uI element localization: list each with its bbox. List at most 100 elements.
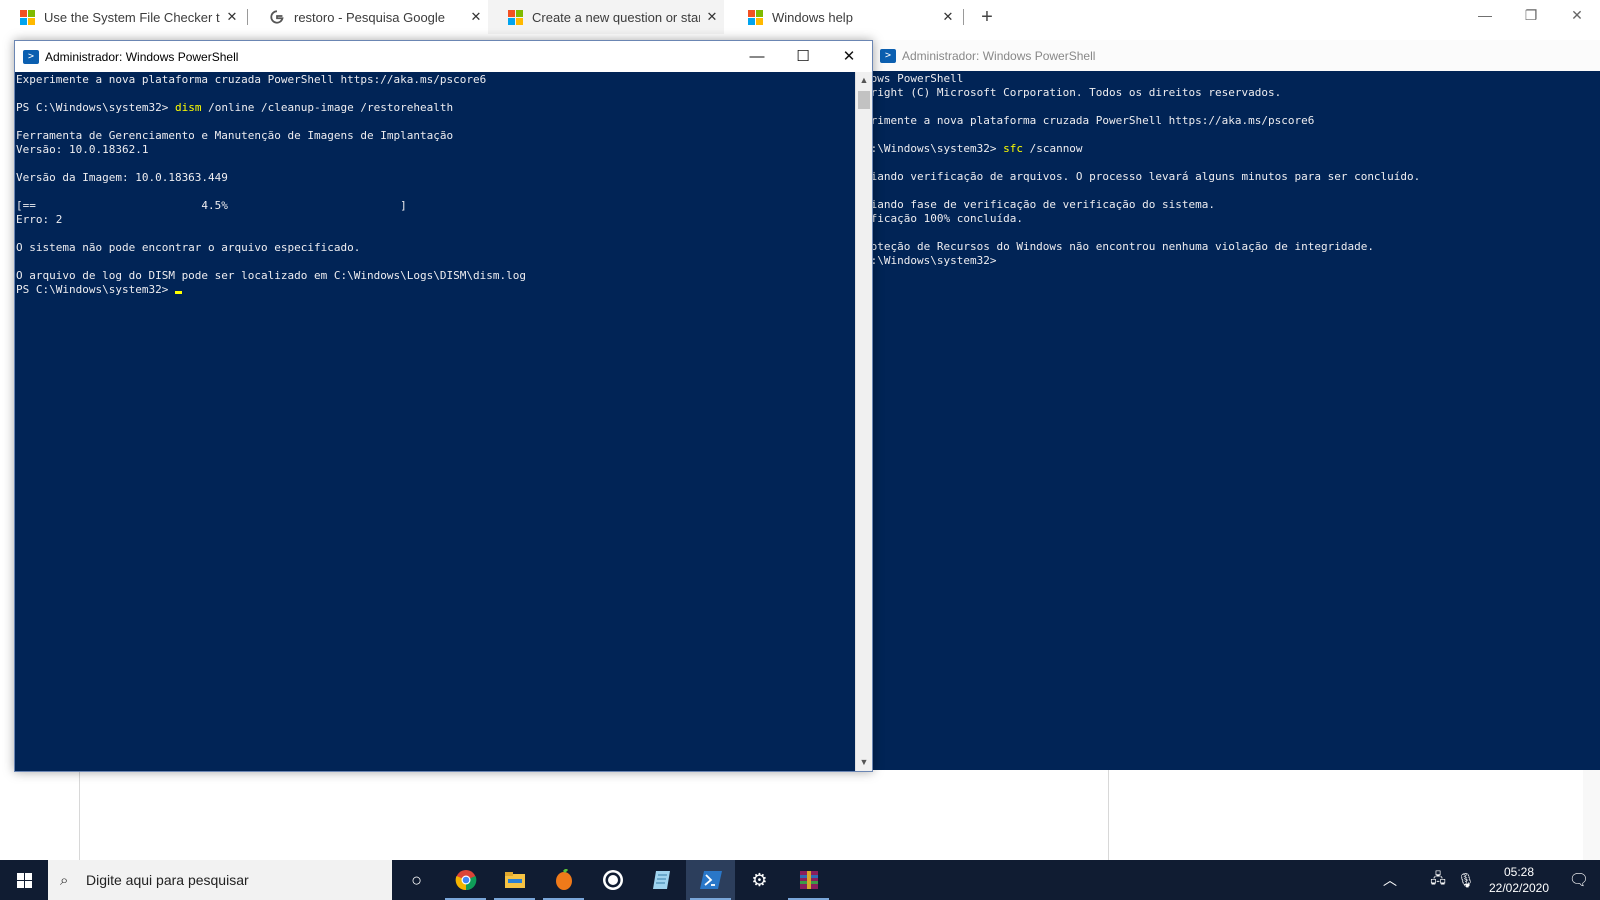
close-icon[interactable]: ✕ <box>220 9 244 25</box>
console-text: Experimente a nova plataforma cruzada Po… <box>15 72 855 298</box>
minimize-icon[interactable]: — <box>734 41 780 72</box>
console-line: O arquivo de log do DISM pode ser locali… <box>16 269 854 283</box>
console-line: ciando fase de verificação de verificaçã… <box>872 198 1599 212</box>
powershell-window-background[interactable]: > Administrador: Windows PowerShell dows… <box>872 40 1600 770</box>
file-explorer-icon[interactable] <box>490 860 539 900</box>
scroll-up-icon[interactable]: ▲ <box>856 72 872 89</box>
tab-restoro-search[interactable]: restoro - Pesquisa Google ✕ <box>250 0 488 34</box>
console-scrollbar[interactable]: ▲ ▼ <box>855 72 872 771</box>
page-scrollbar[interactable] <box>1583 770 1600 860</box>
powershell-window-main[interactable]: > Administrador: Windows PowerShell — ☐ … <box>14 40 873 772</box>
chrome-icon[interactable] <box>441 860 490 900</box>
taskbar: ⌕ Digite aqui para pesquisar ○ ⚙ ︿ 🖧 🎙 0… <box>0 860 1600 900</box>
window-titlebar[interactable]: > Administrador: Windows PowerShell — ☐ … <box>15 41 872 72</box>
console-output[interactable]: dows PowerShell yright (C) Microsoft Corp… <box>872 71 1600 770</box>
search-placeholder: Digite aqui para pesquisar <box>86 872 249 888</box>
google-icon <box>270 10 284 24</box>
browser-minimize-icon[interactable]: — <box>1462 2 1508 28</box>
windows-logo-icon <box>16 872 32 888</box>
close-icon[interactable]: ✕ <box>464 9 488 25</box>
winrar-icon[interactable] <box>784 860 833 900</box>
whatsapp-icon[interactable] <box>588 860 637 900</box>
system-tray: ︿ 🖧 🎙 05:28 22/02/2020 🗨 <box>1376 860 1600 900</box>
console-line: [== 4.5% ] <box>16 199 854 213</box>
close-icon[interactable]: ✕ <box>826 41 872 72</box>
console-text-span: roteção de Recursos do Windows não encon… <box>872 240 1374 253</box>
powershell-icon: > <box>23 49 39 64</box>
console-line: PS C:\Windows\system32> <box>16 283 854 297</box>
console-text-span: C:\Windows\system32> <box>872 142 1004 155</box>
console-line: C:\Windows\system32> sfc /scannow <box>872 142 1599 156</box>
browser-restore-icon[interactable]: ❐ <box>1508 2 1554 28</box>
window-title: Administrador: Windows PowerShell <box>45 49 239 64</box>
console-text-span: O arquivo de log do DISM pode ser locali… <box>16 269 526 282</box>
console-command: dism <box>174 101 202 114</box>
new-tab-button[interactable]: + <box>976 4 998 30</box>
console-text-span: dows PowerShell <box>872 72 964 85</box>
fl-studio-icon[interactable] <box>539 860 588 900</box>
maximize-icon[interactable]: ☐ <box>780 41 826 72</box>
console-output[interactable]: Experimente a nova plataforma cruzada Po… <box>15 72 855 771</box>
scrollbar-thumb[interactable] <box>858 91 870 109</box>
tab-windows-help[interactable]: Windows help ✕ <box>728 0 960 34</box>
tab-label: Create a new question or start a <box>532 9 700 25</box>
cortana-icon[interactable]: ○ <box>392 860 441 900</box>
window-titlebar[interactable]: > Administrador: Windows PowerShell <box>872 40 1600 71</box>
console-line: yright (C) Microsoft Corporation. Todos … <box>872 86 1599 100</box>
console-text-span: Experimente a nova plataforma cruzada Po… <box>16 73 487 86</box>
clock-date: 22/02/2020 <box>1488 881 1550 895</box>
console-line: Versão: 10.0.18362.1 <box>16 143 854 157</box>
scroll-down-icon[interactable]: ▼ <box>856 754 872 771</box>
console-text-span: PS C:\Windows\system32> <box>16 283 175 296</box>
console-line: dows PowerShell <box>872 72 1599 86</box>
browser-close-icon[interactable]: ✕ <box>1554 2 1600 28</box>
console-text-span: PS C:\Windows\system32> <box>16 101 175 114</box>
microphone-icon[interactable]: 🎙 <box>1452 872 1480 889</box>
powershell-icon[interactable] <box>686 860 735 900</box>
microsoft-icon <box>20 10 35 25</box>
console-command: sfc <box>1003 142 1023 155</box>
close-icon[interactable]: ✕ <box>700 9 724 25</box>
console-text-span: /online /cleanup-image /restorehealth <box>201 101 454 114</box>
console-text-span: ciando fase de verificação de verificaçã… <box>872 198 1215 211</box>
settings-icon[interactable]: ⚙ <box>735 860 784 900</box>
chevron-up-icon[interactable]: ︿ <box>1376 870 1404 890</box>
taskbar-search-box[interactable]: ⌕ Digite aqui para pesquisar <box>48 860 392 900</box>
tab-create-question[interactable]: Create a new question or start a ✕ <box>488 0 724 34</box>
page-divider <box>79 770 80 860</box>
console-line: Versão da Imagem: 10.0.18363.449 <box>16 171 854 185</box>
notepad-icon[interactable] <box>637 860 686 900</box>
tab-separator <box>247 9 248 25</box>
console-line: PS C:\Windows\system32> dism /online /cl… <box>16 101 854 115</box>
clock[interactable]: 05:28 22/02/2020 <box>1480 864 1558 896</box>
start-button[interactable] <box>0 860 48 900</box>
notification-icon[interactable]: 🗨 <box>1558 870 1600 890</box>
console-text-span: Versão da Imagem: 10.0.18363.449 <box>16 171 228 184</box>
console-text-span: Ferramenta de Gerenciamento e Manutenção… <box>16 129 454 142</box>
tab-label: Windows help <box>772 9 853 25</box>
network-icon[interactable]: 🖧 <box>1424 868 1452 892</box>
search-icon: ⌕ <box>60 871 69 889</box>
console-text-span: C:\Windows\system32> <box>872 254 997 267</box>
window-title: Administrador: Windows PowerShell <box>902 48 1096 63</box>
console-text-span: [== 4.5% ] <box>16 199 407 212</box>
tab-system-file-checker[interactable]: Use the System File Checker tool ✕ <box>0 0 244 34</box>
console-line: C:\Windows\system32> <box>872 254 1599 268</box>
console-text-span: Erro: 2 <box>16 213 63 226</box>
close-icon[interactable]: ✕ <box>936 9 960 25</box>
powershell-icon: > <box>880 48 896 63</box>
console-text-span: Versão: 10.0.18362.1 <box>16 143 149 156</box>
console-text-span: yright (C) Microsoft Corporation. Todos … <box>872 86 1282 99</box>
tab-label: restoro - Pesquisa Google <box>294 9 446 25</box>
console-text-span: erimente a nova plataforma cruzada Power… <box>872 114 1315 127</box>
browser-tab-strip: Use the System File Checker tool ✕ resto… <box>0 0 1600 34</box>
microsoft-icon <box>508 10 523 25</box>
console-line: roteção de Recursos do Windows não encon… <box>872 240 1599 254</box>
